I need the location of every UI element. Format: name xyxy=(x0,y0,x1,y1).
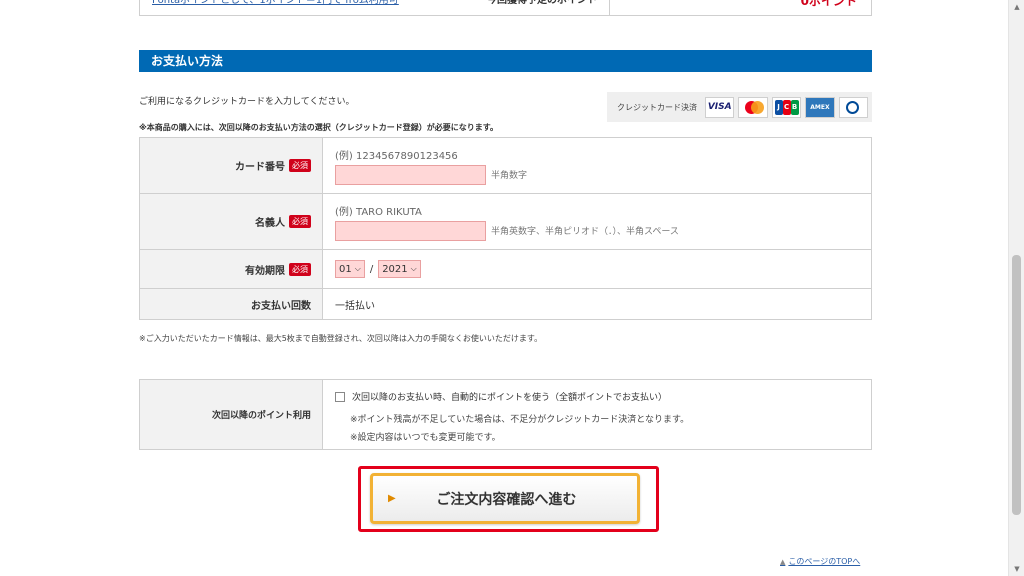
payment-intro-text: ご利用になるクレジットカードを入力してください。 xyxy=(139,97,355,107)
card-holder-example: (例) TARO RIKUTA xyxy=(335,206,422,218)
future-points-table: 次回以降のポイント利用 次回以降のお支払い時、自動的にポイントを使う（全額ポイン… xyxy=(139,379,872,450)
payment-registration-note: ※本商品の購入には、次回以降のお支払い方法の選択（クレジットカード登録）が必要に… xyxy=(139,123,498,132)
installments-row: お支払い回数 一括払い xyxy=(140,289,871,319)
card-number-input[interactable] xyxy=(335,164,486,185)
credit-card-label: クレジットカード決済 xyxy=(617,102,697,112)
card-holder-label: 名義人 xyxy=(255,218,285,229)
proceed-to-confirm-button[interactable]: ▶ ご注文内容確認へ進む xyxy=(370,473,640,524)
points-shortage-note: ※ポイント残高が不足していた場合は、不足分がクレジットカード決済となります。 xyxy=(350,415,690,425)
auto-points-label[interactable]: 次回以降のお支払い時、自動的にポイントを使う（全額ポイントでお支払い） xyxy=(352,390,667,403)
auto-points-checkbox[interactable] xyxy=(335,391,345,402)
card-form-table: カード番号 必須 (例) 1234567890123456 半角数字 名義人 必… xyxy=(139,137,872,320)
expiry-year-select[interactable]: 2021 ⌵ xyxy=(378,260,421,278)
card-number-header: カード番号 必須 xyxy=(140,138,323,193)
points-earned-label: 今回獲得予定のポイント xyxy=(487,0,597,6)
credit-card-brands: クレジットカード決済 VISA JCB AMEX xyxy=(607,92,872,122)
expiry-row: 有効期限 必須 01 ⌵ / 2021 ⌵ xyxy=(140,250,871,289)
vertical-scrollbar[interactable]: ▲ ▼ xyxy=(1008,0,1024,576)
mastercard-logo xyxy=(738,96,768,118)
points-setting-note: ※設定内容はいつでも変更可能です。 xyxy=(350,433,501,443)
expiry-year-value: 2021 xyxy=(382,263,408,275)
required-badge: 必須 xyxy=(289,215,311,228)
card-holder-row: 名義人 必須 (例) TARO RIKUTA 半角英数字、半角ピリオド（．）、半… xyxy=(140,194,871,250)
card-holder-header: 名義人 必須 xyxy=(140,194,323,249)
installments-label: お支払い回数 xyxy=(251,300,311,312)
card-holder-input[interactable] xyxy=(335,220,486,241)
required-badge: 必須 xyxy=(289,262,311,276)
scroll-up-icon[interactable]: ▲ xyxy=(1009,0,1024,14)
installments-value: 一括払い xyxy=(335,300,375,312)
payment-method-header: お支払い方法 xyxy=(139,50,872,72)
auto-points-option[interactable]: 次回以降のお支払い時、自動的にポイントを使う（全額ポイントでお支払い） xyxy=(335,390,871,403)
installments-header: お支払い回数 xyxy=(140,289,323,319)
card-holder-hint: 半角英数字、半角ピリオド（．）、半角スペース xyxy=(491,227,679,237)
expiry-separator: / xyxy=(369,263,374,275)
visa-logo: VISA xyxy=(705,96,735,118)
proceed-button-label: ご注文内容確認へ進む xyxy=(436,491,577,508)
expiry-month-select[interactable]: 01 ⌵ xyxy=(335,260,365,278)
expiry-month-value: 01 xyxy=(339,263,352,275)
arrow-right-icon: ▶ xyxy=(388,493,396,504)
card-number-example: (例) 1234567890123456 xyxy=(335,150,458,162)
chevron-down-icon: ⌵ xyxy=(410,264,417,273)
diners-logo xyxy=(838,96,869,118)
amex-logo: AMEX xyxy=(805,96,835,118)
future-points-header: 次回以降のポイント利用 xyxy=(140,380,323,449)
page-top-link[interactable]: ▲ このページのTOPへ xyxy=(780,556,860,567)
card-save-remark: ※ご入力いただいたカード情報は、最大5枚まで自動登録され、次回以降は入力の手間な… xyxy=(139,334,543,343)
ponta-points-link[interactable]: Pontaポイントとして、1ポイント＝1円で froム利用可 xyxy=(140,0,467,15)
jcb-logo: JCB xyxy=(771,96,802,118)
card-number-label: カード番号 xyxy=(235,162,285,173)
future-points-label: 次回以降のポイント利用 xyxy=(211,411,311,421)
chevron-down-icon: ⌵ xyxy=(354,264,361,273)
scrollbar-thumb[interactable] xyxy=(1012,255,1021,515)
points-summary-row: Pontaポイントとして、1ポイント＝1円で froム利用可 今回獲得予定のポイ… xyxy=(139,0,872,16)
page-top-label: このページのTOPへ xyxy=(788,557,861,566)
expiry-label: 有効期限 xyxy=(245,265,285,277)
triangle-up-icon: ▲ xyxy=(780,557,786,566)
card-number-row: カード番号 必須 (例) 1234567890123456 半角数字 xyxy=(140,138,871,194)
expiry-header: 有効期限 必須 xyxy=(140,250,323,288)
card-number-hint: 半角数字 xyxy=(491,171,528,181)
scroll-down-icon[interactable]: ▼ xyxy=(1009,562,1024,576)
points-earned-value: 0ポイント xyxy=(609,0,871,15)
required-badge: 必須 xyxy=(289,159,311,172)
